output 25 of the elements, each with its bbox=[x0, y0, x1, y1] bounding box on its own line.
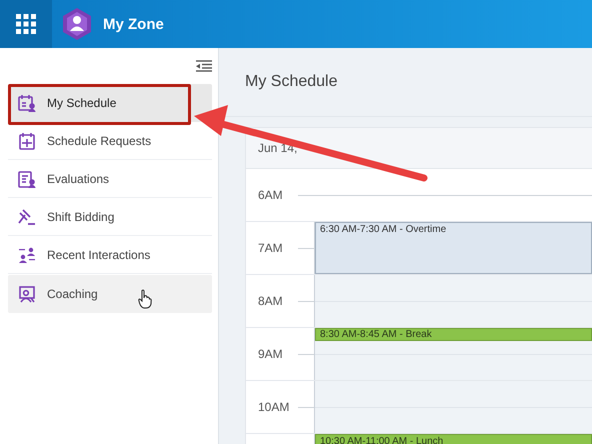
hour-label: 6AM bbox=[258, 188, 283, 202]
calendar-icon bbox=[18, 132, 36, 150]
sidebar-item[interactable]: Coaching bbox=[8, 275, 212, 313]
break-event[interactable]: 8:30 AM-8:45 AM - Break bbox=[315, 328, 592, 341]
calendar-person-icon bbox=[18, 94, 36, 112]
gavel-icon bbox=[18, 208, 36, 226]
hour-label: 7AM bbox=[258, 241, 283, 255]
sidebar-item[interactable]: Recent Interactions bbox=[8, 236, 212, 274]
hour-label: 9AM bbox=[258, 347, 283, 361]
people-arrows-icon bbox=[18, 246, 36, 264]
logo-icon bbox=[62, 7, 92, 41]
clipboard-person-icon bbox=[18, 170, 36, 188]
hand-cursor-icon bbox=[138, 289, 152, 309]
lunch-event[interactable]: 10:30 AM-11:00 AM - Lunch bbox=[315, 434, 592, 444]
sidebar-item[interactable]: Evaluations bbox=[8, 160, 212, 198]
app-title: My Zone bbox=[103, 16, 164, 32]
grid-icon bbox=[16, 14, 36, 34]
app-launcher-button[interactable] bbox=[0, 0, 52, 48]
hour-label: 8AM bbox=[258, 294, 283, 308]
presentation-person-icon bbox=[18, 284, 36, 302]
overtime-event[interactable]: 6:30 AM-7:30 AM - Overtime bbox=[315, 222, 592, 274]
hour-label: 10AM bbox=[258, 400, 290, 414]
sidebar-item[interactable]: Shift Bidding bbox=[8, 198, 212, 236]
time-slot[interactable]: 8:30 AM-8:45 AM - Break bbox=[314, 328, 592, 380]
collapse-menu-icon[interactable] bbox=[196, 60, 212, 72]
